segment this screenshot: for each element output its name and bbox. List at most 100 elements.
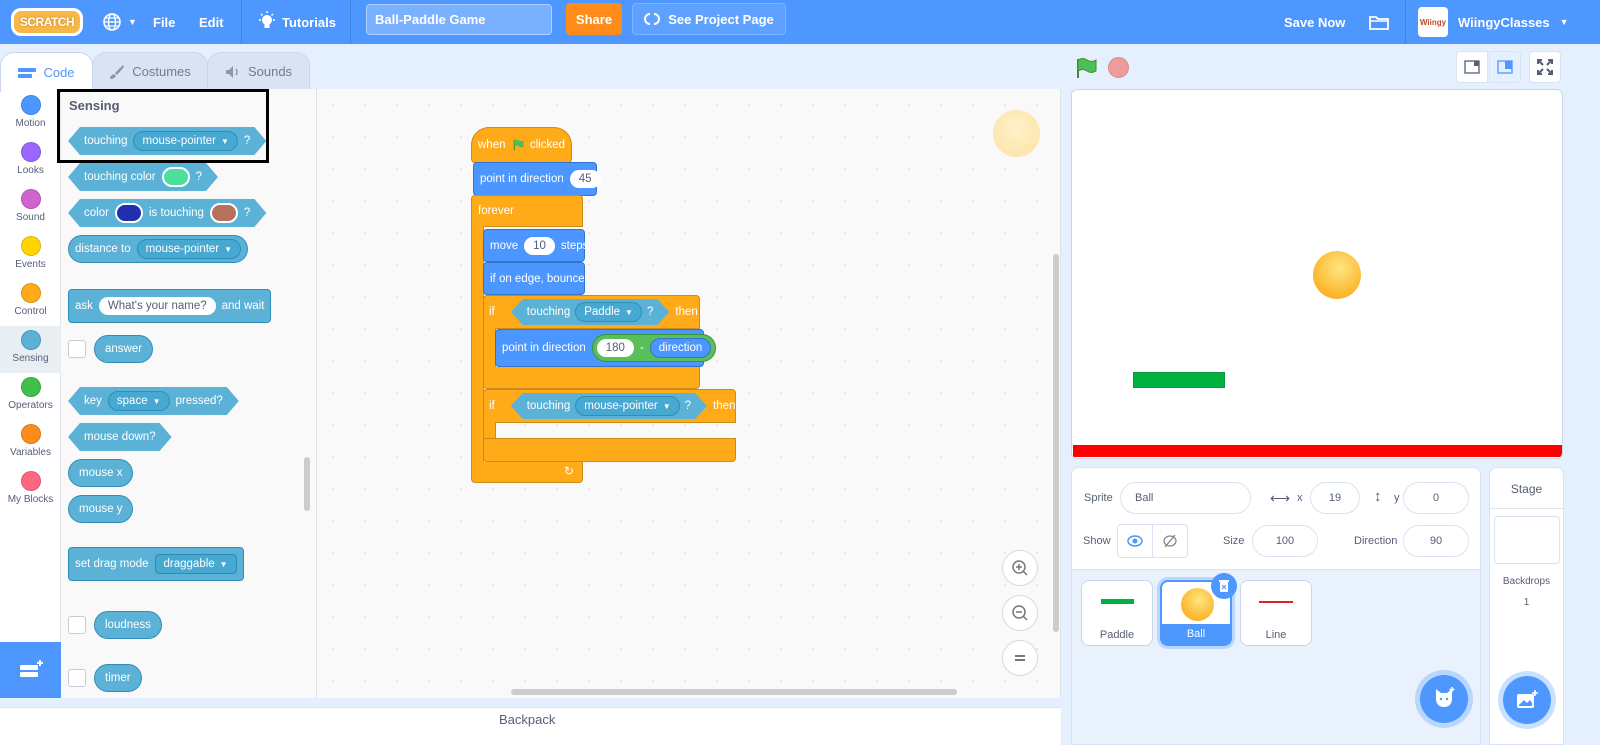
direction-input[interactable]: 45 [569, 170, 601, 188]
edit-menu[interactable]: Edit [199, 0, 224, 44]
category-sensing[interactable]: Sensing [0, 326, 61, 373]
workspace-horizontal-scrollbar[interactable] [511, 689, 957, 695]
my-stuff-button[interactable] [1368, 0, 1390, 44]
block-loudness[interactable]: loudness [94, 611, 163, 639]
green-flag-button[interactable] [1075, 57, 1097, 79]
block-if-on-edge-bounce[interactable]: if on edge, bounce [483, 262, 585, 295]
account-menu[interactable]: Wiingy WiingyClasses ▼ [1418, 0, 1569, 44]
normal-stage-button[interactable] [1489, 51, 1521, 83]
block-color-is-touching[interactable]: color is touching ? [68, 199, 266, 227]
stage-panel-title: Stage [1510, 482, 1543, 496]
tab-code[interactable]: Code [0, 52, 93, 92]
category-control[interactable]: Control [0, 279, 61, 326]
operator-symbol: - [639, 342, 644, 354]
block-forever[interactable]: forever [471, 195, 583, 227]
category-sound[interactable]: Sound [0, 185, 61, 232]
project-title-input[interactable]: Ball-Paddle Game [366, 4, 552, 35]
add-extension-button[interactable] [0, 642, 61, 698]
timer-checkbox[interactable] [68, 669, 86, 687]
stop-button[interactable] [1108, 57, 1129, 78]
x-input[interactable]: 19 [1310, 482, 1360, 514]
block-distance-to[interactable]: distance to mouse-pointer ▼ [68, 235, 249, 263]
zoom-out-button[interactable] [1002, 595, 1038, 631]
steps-input[interactable]: 10 [524, 236, 555, 255]
sprite-name-input[interactable]: Ball [1120, 482, 1251, 514]
palette-scrollbar[interactable] [304, 457, 310, 511]
operand-input[interactable]: 180 [596, 339, 634, 357]
tutorials-button[interactable]: Tutorials [258, 0, 336, 44]
choose-backdrop-button[interactable] [1503, 676, 1551, 724]
block-point-in-direction-expr[interactable]: point in direction 180 - direction [495, 329, 717, 367]
paddle-sprite[interactable] [1133, 372, 1225, 388]
category-looks[interactable]: Looks [0, 138, 61, 185]
answer-checkbox[interactable] [68, 340, 86, 358]
block-direction-reporter[interactable]: direction [649, 338, 712, 358]
scratch-logo[interactable]: SCRATCH [11, 8, 83, 36]
stage-target-panel[interactable]: Stage Backdrops 1 [1489, 467, 1564, 745]
ask-text-input[interactable]: What's your name? [98, 297, 216, 315]
sprite-tile-line[interactable]: Line [1240, 580, 1312, 646]
block-text: touching color [84, 171, 156, 183]
line-sprite[interactable] [1073, 445, 1562, 457]
block-touching-paddle[interactable]: touching Paddle ▼ ? [511, 299, 670, 325]
zoom-in-button[interactable] [1002, 550, 1038, 586]
size-input[interactable]: 100 [1252, 525, 1318, 557]
choose-sprite-button[interactable] [1420, 675, 1468, 723]
category-events[interactable]: Events [0, 232, 61, 279]
block-answer[interactable]: answer [94, 335, 154, 363]
category-my-blocks[interactable]: My Blocks [0, 467, 61, 514]
fullscreen-button[interactable] [1529, 51, 1561, 83]
file-menu[interactable]: File [153, 0, 175, 44]
key-dropdown[interactable]: space ▼ [108, 391, 170, 411]
category-label: Sensing [12, 353, 49, 364]
backpack-panel[interactable]: Backpack [0, 707, 1061, 745]
eye-hidden-icon [1163, 534, 1177, 548]
loudness-checkbox[interactable] [68, 616, 86, 634]
block-key-pressed[interactable]: key space ▼ pressed? [68, 387, 239, 415]
zoom-reset-button[interactable] [1002, 640, 1038, 676]
see-project-page-button[interactable]: See Project Page [632, 3, 786, 35]
workspace-vertical-scrollbar[interactable] [1053, 254, 1059, 632]
distance-dropdown[interactable]: mouse-pointer ▼ [136, 239, 242, 259]
block-when-flag-clicked[interactable]: when clicked [471, 127, 572, 163]
save-now-button[interactable]: Save Now [1284, 0, 1345, 44]
sprite-tile-paddle[interactable]: Paddle [1081, 580, 1153, 646]
ball-sprite[interactable] [1313, 251, 1361, 299]
block-subtract[interactable]: 180 - direction [591, 334, 717, 362]
language-menu[interactable]: ▼ [102, 0, 137, 44]
block-touching-mouse-pointer[interactable]: touching mouse-pointer ▼ ? [511, 393, 707, 419]
category-variables[interactable]: Variables [0, 420, 61, 467]
block-ask-and-wait[interactable]: ask What's your name? and wait [68, 289, 272, 323]
stage-canvas[interactable] [1071, 89, 1563, 459]
tab-sounds[interactable]: Sounds [207, 52, 310, 90]
y-input[interactable]: 0 [1403, 482, 1469, 514]
share-button[interactable]: Share [566, 3, 622, 35]
show-visible-button[interactable] [1117, 524, 1153, 558]
block-mouse-down[interactable]: mouse down? [68, 423, 172, 451]
drag-mode-dropdown[interactable]: draggable ▼ [154, 554, 237, 574]
block-point-in-direction[interactable]: point in direction 45 [473, 162, 601, 196]
category-operators[interactable]: Operators [0, 373, 61, 420]
color-swatch[interactable] [210, 203, 238, 223]
block-touching-color[interactable]: touching color ? [68, 163, 218, 191]
tab-costumes[interactable]: Costumes [92, 52, 208, 90]
small-stage-button[interactable] [1456, 51, 1488, 83]
color-swatch[interactable] [115, 203, 143, 223]
delete-sprite-button[interactable] [1211, 573, 1237, 599]
color-swatch[interactable] [162, 167, 190, 187]
block-move-steps[interactable]: move 10 steps [483, 229, 588, 262]
block-if-touching-paddle[interactable]: if touching Paddle ▼ ? then [483, 295, 700, 329]
block-mouse-y[interactable]: mouse y [68, 495, 134, 523]
touching-dropdown[interactable]: mouse-pointer ▼ [575, 396, 679, 416]
show-hidden-button[interactable] [1152, 524, 1188, 558]
direction-input[interactable]: 90 [1403, 525, 1469, 557]
block-timer[interactable]: timer [94, 664, 142, 692]
code-workspace[interactable]: when clicked point in direction 45 forev… [317, 89, 1061, 698]
block-set-drag-mode[interactable]: set drag mode draggable ▼ [68, 547, 244, 581]
block-mouse-x[interactable]: mouse x [68, 459, 134, 487]
category-motion[interactable]: Motion [0, 91, 61, 138]
block-if-touching-mouse[interactable]: if touching mouse-pointer ▼ ? then [483, 389, 736, 423]
touching-dropdown[interactable]: Paddle ▼ [575, 302, 642, 322]
block-text: key [84, 395, 102, 407]
tab-code-label: Code [43, 65, 75, 80]
